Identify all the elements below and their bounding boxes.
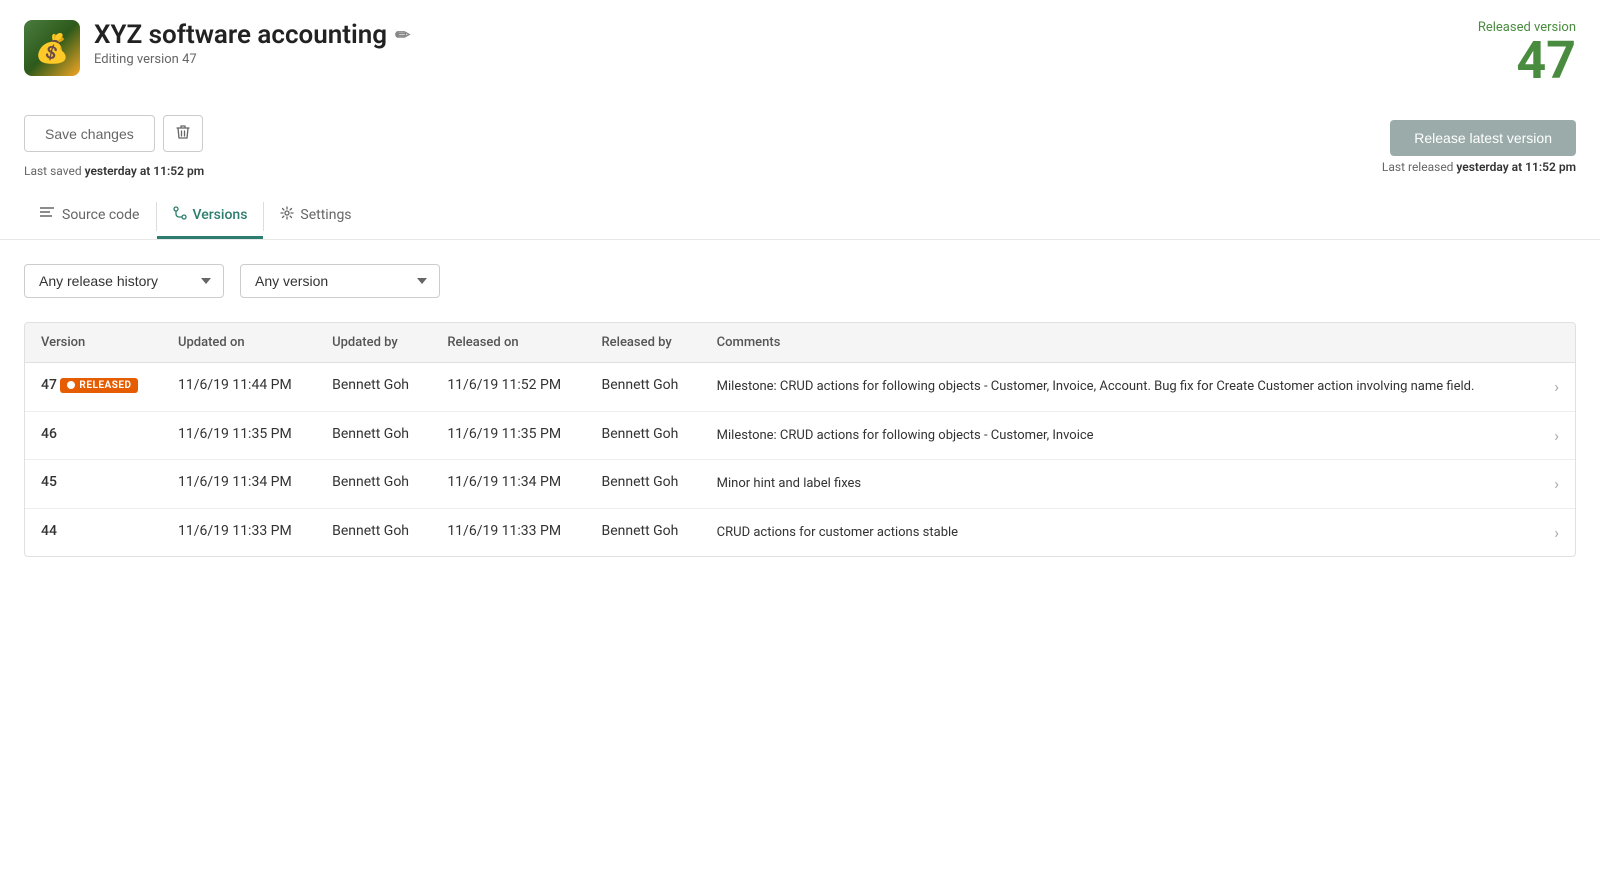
release-latest-version-button[interactable]: Release latest version	[1390, 120, 1576, 156]
tab-bar: Source code Versions Settings	[24, 194, 1576, 239]
filters: Any release history Released Unreleased …	[24, 264, 1576, 298]
release-info: Released version 47	[1478, 20, 1576, 87]
version-number-1: 46	[41, 426, 57, 442]
settings-icon	[280, 206, 294, 224]
updated-on-3: 11/6/19 11:33 PM	[162, 508, 316, 556]
col-updated-by: Updated by	[316, 323, 431, 363]
table-header-row: Version Updated on Updated by Released o…	[25, 323, 1575, 363]
save-changes-button[interactable]: Save changes	[24, 115, 155, 152]
tab-versions[interactable]: Versions	[157, 194, 264, 239]
col-released-on: Released on	[431, 323, 585, 363]
released-on-1: 11/6/19 11:35 PM	[431, 411, 585, 460]
trash-icon	[176, 124, 190, 140]
released-badge: RELEASED	[60, 378, 138, 393]
updated-by-3: Bennett Goh	[316, 508, 431, 556]
version-cell-2: 45	[25, 460, 162, 509]
col-comments: Comments	[701, 323, 1536, 363]
delete-button[interactable]	[163, 115, 203, 152]
branch-icon	[173, 206, 187, 220]
app-title-text: XYZ software accounting	[94, 20, 387, 50]
row-chevron-1[interactable]: ›	[1536, 411, 1575, 460]
last-saved-text: Last saved yesterday at 11:52 pm	[24, 164, 204, 178]
updated-on-1: 11/6/19 11:35 PM	[162, 411, 316, 460]
lines-icon	[40, 206, 56, 220]
source-code-icon	[40, 206, 56, 224]
app-subtitle: Editing version 47	[94, 52, 410, 67]
comments-2: Minor hint and label fixes	[701, 460, 1536, 509]
version-cell-0: 47 RELEASED	[25, 363, 162, 412]
table-row[interactable]: 47 RELEASED 11/6/19 11:44 PM Bennett Goh…	[25, 363, 1575, 412]
app-identity: 💰 XYZ software accounting ✏ Editing vers…	[24, 20, 410, 76]
version-number-2: 45	[41, 474, 57, 490]
current-version-number: 47	[1478, 35, 1576, 87]
updated-by-1: Bennett Goh	[316, 411, 431, 460]
tab-settings[interactable]: Settings	[264, 194, 367, 239]
tab-source-code[interactable]: Source code	[24, 194, 156, 239]
updated-by-0: Bennett Goh	[316, 363, 431, 412]
version-cell-3: 44	[25, 508, 162, 556]
tab-source-code-label: Source code	[62, 207, 140, 223]
col-updated-on: Updated on	[162, 323, 316, 363]
table-row[interactable]: 44 11/6/19 11:33 PM Bennett Goh 11/6/19 …	[25, 508, 1575, 556]
col-version: Version	[25, 323, 162, 363]
released-by-3: Bennett Goh	[585, 508, 700, 556]
released-on-3: 11/6/19 11:33 PM	[431, 508, 585, 556]
released-on-2: 11/6/19 11:34 PM	[431, 460, 585, 509]
comments-3: CRUD actions for customer actions stable	[701, 508, 1536, 556]
col-actions	[1536, 323, 1575, 363]
released-by-1: Bennett Goh	[585, 411, 700, 460]
versions-icon	[173, 206, 187, 224]
row-chevron-0[interactable]: ›	[1536, 363, 1575, 412]
released-by-0: Bennett Goh	[585, 363, 700, 412]
left-actions: Save changes Last saved yesterday at 11:…	[24, 115, 204, 178]
versions-table: Version Updated on Updated by Released o…	[24, 322, 1576, 557]
version-number-3: 44	[41, 523, 57, 539]
col-released-by: Released by	[585, 323, 700, 363]
app-icon: 💰	[24, 20, 80, 76]
row-chevron-3[interactable]: ›	[1536, 508, 1575, 556]
table-row[interactable]: 45 11/6/19 11:34 PM Bennett Goh 11/6/19 …	[25, 460, 1575, 509]
right-actions: Release latest version Last released yes…	[1382, 120, 1576, 174]
version-cell-1: 46	[25, 411, 162, 460]
updated-on-2: 11/6/19 11:34 PM	[162, 460, 316, 509]
released-by-2: Bennett Goh	[585, 460, 700, 509]
table-row[interactable]: 46 11/6/19 11:35 PM Bennett Goh 11/6/19 …	[25, 411, 1575, 460]
release-history-filter[interactable]: Any release history Released Unreleased	[24, 264, 224, 298]
tab-versions-label: Versions	[193, 207, 248, 223]
updated-by-2: Bennett Goh	[316, 460, 431, 509]
last-released-text: Last released yesterday at 11:52 pm	[1382, 160, 1576, 174]
updated-on-0: 11/6/19 11:44 PM	[162, 363, 316, 412]
row-chevron-2[interactable]: ›	[1536, 460, 1575, 509]
tab-settings-label: Settings	[300, 207, 351, 223]
released-on-0: 11/6/19 11:52 PM	[431, 363, 585, 412]
version-number-0: 47	[41, 377, 57, 393]
version-filter[interactable]: Any version Version 47 Version 46 Versio…	[240, 264, 440, 298]
comments-0: Milestone: CRUD actions for following ob…	[701, 363, 1536, 412]
content-area: Any release history Released Unreleased …	[0, 240, 1600, 581]
gear-icon	[280, 206, 294, 220]
app-title: XYZ software accounting ✏	[94, 20, 410, 50]
comments-1: Milestone: CRUD actions for following ob…	[701, 411, 1536, 460]
edit-title-icon[interactable]: ✏	[395, 25, 410, 46]
